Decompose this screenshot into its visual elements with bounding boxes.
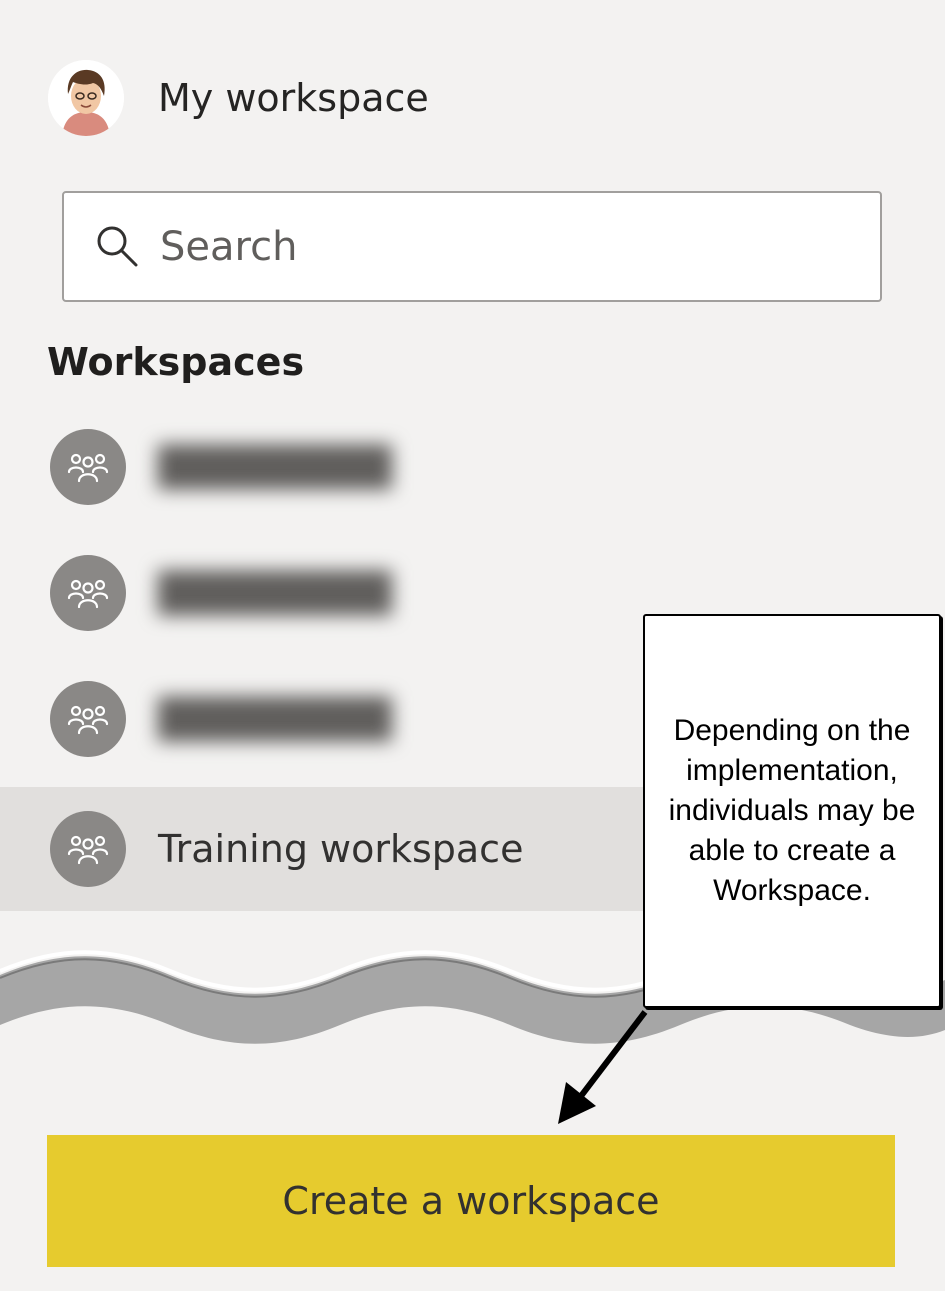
workspace-name: ████████ [158,697,392,741]
user-avatar-icon [48,60,124,136]
workspace-item-training[interactable]: Training workspace [0,787,650,911]
callout-text: Depending on the implementation, individ… [668,714,916,907]
my-workspace-item[interactable]: My workspace [48,58,548,138]
workspace-name: ████████ [158,445,392,489]
workspace-group-icon [50,555,126,631]
workspace-group-icon [50,681,126,757]
create-workspace-button[interactable]: Create a workspace [47,1135,895,1267]
search-input[interactable] [160,216,840,277]
workspace-name: Training workspace [158,827,524,871]
avatar [48,60,124,136]
workspace-group-icon [50,429,126,505]
workspace-item[interactable]: ████████ [0,531,650,655]
workspace-item[interactable]: ████████ [0,657,650,781]
search-icon [97,226,138,266]
workspaces-heading: Workspaces [47,340,305,384]
workspace-name: ████████ [158,571,392,615]
search-box[interactable] [62,191,882,302]
workspace-item[interactable]: ████████ [0,405,650,529]
workspace-group-icon [50,811,126,887]
callout-box: Depending on the implementation, individ… [643,614,941,1008]
my-workspace-label: My workspace [158,76,429,120]
